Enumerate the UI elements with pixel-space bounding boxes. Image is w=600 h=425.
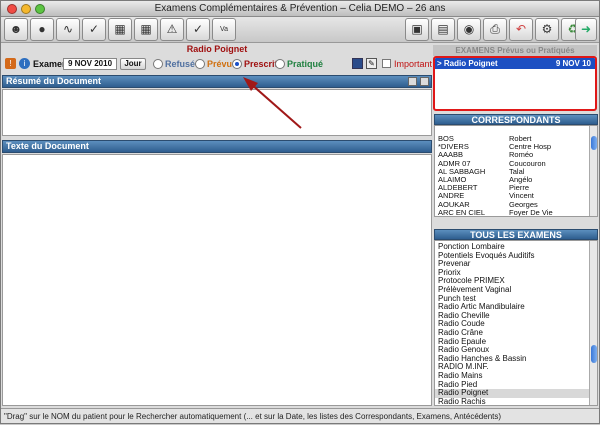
correspondants-firstnames: Robert Centre Hosp Roméo Coucouron Talal Angé… xyxy=(509,135,587,216)
resume-title: Résumé du Document xyxy=(6,76,102,86)
correspondant-firstname[interactable]: Vincent xyxy=(509,192,587,200)
correspondants-list: BOS *DIVERS AAABB ADMR 07 AL SABBAGH ALAIMO AL… xyxy=(434,125,598,217)
correspondants-names: BOS *DIVERS AAABB ADMR 07 AL SABBAGH ALAIMO AL… xyxy=(438,135,508,216)
correspondant-firstname[interactable]: Talal xyxy=(509,168,587,176)
tous-list: Ponction Lombaire Potentiels Evoqués Audi… xyxy=(434,240,598,406)
correspondants-scrollbar[interactable] xyxy=(589,126,597,216)
correspondant-firstname[interactable]: Roméo xyxy=(509,151,587,159)
correspondants-header: CORRESPONDANTS xyxy=(434,114,598,125)
app-window: Examens Complémentaires & Prévention – C… xyxy=(0,0,600,424)
exam-date-field[interactable]: 9 NOV 2010 xyxy=(63,58,117,70)
calculator-icon[interactable]: ▦ xyxy=(134,18,158,41)
correspondant-name[interactable]: ADMR 07 xyxy=(438,160,508,168)
calendar-icon[interactable]: ▤ xyxy=(431,18,455,41)
pratique-label: Pratiqué xyxy=(287,59,324,69)
certificate-icon[interactable]: ▦ xyxy=(108,18,132,41)
close-button[interactable] xyxy=(7,4,17,14)
correspondant-name[interactable]: AL SABBAGH xyxy=(438,168,508,176)
window-title: Examens Complémentaires & Prévention – C… xyxy=(154,3,446,14)
correspondant-name[interactable]: ANDRE xyxy=(438,192,508,200)
flag-icon[interactable]: ! xyxy=(5,58,16,69)
prevus-name: > Radio Poignet xyxy=(437,59,498,68)
correspondant-firstname[interactable]: Georges xyxy=(509,201,587,209)
edit-icon[interactable] xyxy=(408,77,417,86)
refuse-radio[interactable] xyxy=(153,59,163,69)
document-icon[interactable]: ✎ xyxy=(366,58,377,69)
prevus-date: 9 NOV 10 xyxy=(555,59,591,68)
list-icon[interactable] xyxy=(420,77,429,86)
texte-text-area[interactable] xyxy=(2,154,432,406)
pill-icon[interactable]: ● xyxy=(30,18,54,41)
toolbar: ☻ ● ∿ ✓ ▦ ▦ ⚠ ✓ Va ▣ ▤ ◉ ⎙ ↶ ⚙ ♻ ➜ xyxy=(1,17,599,43)
resume-header: Résumé du Document xyxy=(2,75,432,88)
status-bar: "Drag" sur le NOM du patient pour le Rec… xyxy=(1,408,599,423)
resume-text-area[interactable] xyxy=(2,89,432,136)
tous-scrollbar[interactable] xyxy=(589,241,597,405)
exit-icon[interactable]: ➜ xyxy=(575,18,597,41)
info-icon[interactable]: i xyxy=(19,58,30,69)
correspondant-name[interactable]: AAABB xyxy=(438,151,508,159)
correspondant-name[interactable]: ARC EN CIEL xyxy=(438,209,508,216)
injection-icon[interactable]: ✓ xyxy=(186,18,210,41)
correspondant-firstname[interactable]: Pierre xyxy=(509,184,587,192)
person-search-icon[interactable]: ☻ xyxy=(4,18,28,41)
undo-icon[interactable]: ↶ xyxy=(509,18,533,41)
pratique-radio[interactable] xyxy=(275,59,285,69)
title-bar: Examens Complémentaires & Prévention – C… xyxy=(1,1,599,17)
exam-title: Radio Poignet xyxy=(186,44,248,54)
important-label: Important xyxy=(394,59,433,69)
correspondant-name[interactable]: ALDEBERT xyxy=(438,184,508,192)
prevus-list: > Radio Poignet 9 NOV 10 xyxy=(433,56,597,111)
prevu-radio[interactable] xyxy=(195,59,205,69)
correspondant-firstname[interactable]: Robert xyxy=(509,135,587,143)
exam-row: ! i Examen 9 NOV 2010 Jour Refusé Prévu … xyxy=(1,56,433,73)
heart-monitor-icon[interactable]: ∿ xyxy=(56,18,80,41)
prevu-label: Prévu xyxy=(207,59,233,69)
jour-button[interactable]: Jour xyxy=(120,58,146,70)
prescrit-radio[interactable] xyxy=(232,59,242,69)
correspondant-name[interactable]: AOUKAR xyxy=(438,201,508,209)
minimize-button[interactable] xyxy=(21,4,31,14)
zoom-button[interactable] xyxy=(35,4,45,14)
correspondant-name[interactable]: ALAIMO xyxy=(438,176,508,184)
tous-items: Ponction Lombaire Potentiels Evoqués Audi… xyxy=(435,241,589,405)
tous-header: TOUS LES EXAMENS xyxy=(434,229,598,240)
texte-header: Texte du Document xyxy=(2,140,432,153)
network-icon[interactable]: ◉ xyxy=(457,18,481,41)
cabinet-icon[interactable]: ▣ xyxy=(405,18,429,41)
tools-icon[interactable]: ⚙ xyxy=(535,18,559,41)
printer-icon[interactable]: ⎙ xyxy=(483,18,507,41)
correspondant-firstname[interactable]: Centre Hosp xyxy=(509,143,587,151)
vaccine-icon[interactable]: Va xyxy=(212,18,236,41)
grid-icon[interactable] xyxy=(352,58,363,69)
important-checkbox[interactable] xyxy=(382,59,391,68)
prevus-row[interactable]: > Radio Poignet 9 NOV 10 xyxy=(435,58,595,69)
correspondant-firstname[interactable]: Angélo xyxy=(509,176,587,184)
correspondant-name[interactable]: BOS xyxy=(438,135,508,143)
correspondant-firstname[interactable]: Coucouron xyxy=(509,160,587,168)
refuse-label: Refusé xyxy=(165,59,196,69)
correspondant-name[interactable]: *DIVERS xyxy=(438,143,508,151)
prescrit-label: Prescrit xyxy=(244,59,278,69)
notepad-check-icon[interactable]: ✓ xyxy=(82,18,106,41)
prevus-header: EXAMENS Prévus ou Pratiqués xyxy=(433,45,597,56)
warning-document-icon[interactable]: ⚠ xyxy=(160,18,184,41)
exam-list-item[interactable]: Radio Rachis xyxy=(435,397,486,405)
scroll-thumb[interactable] xyxy=(591,345,597,363)
scroll-thumb[interactable] xyxy=(591,136,597,150)
correspondant-firstname[interactable]: Foyer De Vie xyxy=(509,209,587,216)
